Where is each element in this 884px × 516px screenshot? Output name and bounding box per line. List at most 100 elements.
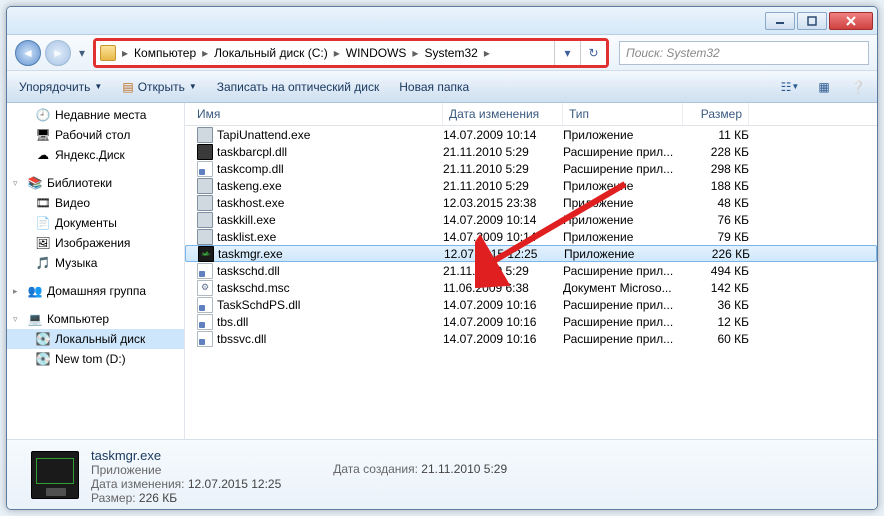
- drive-icon: 💽: [35, 351, 51, 367]
- file-row[interactable]: taskkill.exe14.07.2009 10:14Приложение76…: [185, 211, 877, 228]
- search-input[interactable]: Поиск: System32: [619, 41, 869, 65]
- nav-documents[interactable]: 📄Документы: [7, 213, 184, 233]
- nav-yadisk[interactable]: ☁Яндекс.Диск: [7, 145, 184, 165]
- view-options-button[interactable]: ☷ ▼: [779, 76, 801, 98]
- file-icon: [197, 161, 213, 177]
- file-size: 36 КБ: [683, 298, 749, 312]
- nav-pictures[interactable]: 🖼Изображения: [7, 233, 184, 253]
- file-name: tbssvc.dll: [217, 332, 266, 346]
- col-type[interactable]: Тип: [563, 103, 683, 125]
- new-folder-button[interactable]: Новая папка: [395, 78, 473, 96]
- file-type: Приложение: [563, 213, 683, 227]
- chevron-icon[interactable]: ▿: [13, 314, 18, 325]
- nav-computer[interactable]: ▿💻Компьютер: [7, 309, 184, 329]
- documents-icon: 📄: [35, 215, 51, 231]
- nav-video[interactable]: 🎞Видео: [7, 193, 184, 213]
- taskmgr-large-icon: [31, 451, 79, 499]
- file-size: 298 КБ: [683, 162, 749, 176]
- file-type: Расширение прил...: [563, 145, 683, 159]
- file-icon: [197, 127, 213, 143]
- file-row[interactable]: tasklist.exe14.07.2009 10:14Приложение79…: [185, 228, 877, 245]
- chevron-icon[interactable]: ▸: [13, 286, 18, 297]
- desktop-icon: 🖥: [35, 127, 51, 143]
- nav-desktop[interactable]: 🖥Рабочий стол: [7, 125, 184, 145]
- folder-icon: [100, 45, 116, 61]
- file-name: taskeng.exe: [217, 179, 282, 193]
- nav-homegroup[interactable]: ▸👥Домашняя группа: [7, 281, 184, 301]
- nav-recent[interactable]: 🕘Недавние места: [7, 105, 184, 125]
- file-icon: [197, 229, 213, 245]
- file-icon: [197, 195, 213, 211]
- file-size: 48 КБ: [683, 196, 749, 210]
- file-row[interactable]: taskschd.dll21.11.2010 5:29Расширение пр…: [185, 262, 877, 279]
- breadcrumb-seg[interactable]: WINDOWS: [342, 46, 411, 60]
- file-date: 21.11.2010 5:29: [443, 179, 563, 193]
- forward-button[interactable]: ►: [45, 40, 71, 66]
- details-size-value: 226 КБ: [139, 491, 177, 505]
- file-type: Расширение прил...: [563, 315, 683, 329]
- recent-icon: 🕘: [35, 107, 51, 123]
- file-size: 494 КБ: [683, 264, 749, 278]
- computer-icon: 💻: [27, 311, 43, 327]
- history-dropdown[interactable]: ▾: [75, 40, 89, 66]
- nav-row: ◄ ► ▾ ▸ Компьютер▸ Локальный диск (C:)▸ …: [7, 35, 877, 71]
- file-name: taskmgr.exe: [218, 247, 283, 261]
- nav-libraries[interactable]: ▿📚Библиотеки: [7, 173, 184, 193]
- file-row[interactable]: taskschd.msc11.06.2009 6:38Документ Micr…: [185, 279, 877, 296]
- file-size: 76 КБ: [683, 213, 749, 227]
- address-bar[interactable]: ▸ Компьютер▸ Локальный диск (C:)▸ WINDOW…: [96, 41, 554, 65]
- preview-pane-button[interactable]: ▦: [813, 76, 835, 98]
- file-icon: [197, 280, 213, 296]
- refresh-button[interactable]: ↻: [580, 41, 606, 65]
- file-size: 188 КБ: [683, 179, 749, 193]
- nav-newtom[interactable]: 💽New tom (D:): [7, 349, 184, 369]
- col-date[interactable]: Дата изменения: [443, 103, 563, 125]
- file-pane: Имя Дата изменения Тип Размер TapiUnatte…: [185, 103, 877, 439]
- details-pane: taskmgr.exe Приложение Дата изменения: 1…: [7, 439, 877, 509]
- file-size: 79 КБ: [683, 230, 749, 244]
- file-row[interactable]: taskeng.exe 21.11.2010 5:29Приложение188 …: [185, 177, 877, 194]
- file-row[interactable]: tbssvc.dll14.07.2009 10:16Расширение при…: [185, 330, 877, 347]
- file-row[interactable]: taskbarcpl.dll21.11.2010 5:29Расширение …: [185, 143, 877, 160]
- file-date: 14.07.2009 10:16: [443, 315, 563, 329]
- file-row[interactable]: taskhost.exe12.03.2015 23:38Приложение48…: [185, 194, 877, 211]
- file-row[interactable]: tbs.dll 14.07.2009 10:16Расширение прил..…: [185, 313, 877, 330]
- address-bar-highlight: ▸ Компьютер▸ Локальный диск (C:)▸ WINDOW…: [93, 38, 609, 68]
- nav-music[interactable]: 🎵Музыка: [7, 253, 184, 273]
- search-placeholder: Поиск: System32: [626, 46, 720, 60]
- breadcrumb-seg[interactable]: System32: [420, 46, 481, 60]
- file-date: 14.07.2009 10:14: [443, 230, 563, 244]
- file-icon: [197, 263, 213, 279]
- file-row[interactable]: taskcomp.dll21.11.2010 5:29Расширение пр…: [185, 160, 877, 177]
- file-type: Приложение: [563, 196, 683, 210]
- file-row[interactable]: taskmgr.exe12.07.2015 12:25Приложение226…: [185, 245, 877, 262]
- back-button[interactable]: ◄: [15, 40, 41, 66]
- close-button[interactable]: [829, 12, 873, 30]
- organize-button[interactable]: Упорядочить ▼: [15, 78, 106, 96]
- address-dropdown[interactable]: ▾: [554, 41, 580, 65]
- file-row[interactable]: TaskSchdPS.dll14.07.2009 10:16Расширение…: [185, 296, 877, 313]
- file-date: 12.07.2015 12:25: [444, 247, 564, 261]
- video-icon: 🎞: [35, 195, 51, 211]
- libraries-icon: 📚: [27, 175, 43, 191]
- details-created-label: Дата создания:: [333, 462, 418, 476]
- minimize-button[interactable]: [765, 12, 795, 30]
- navigation-pane[interactable]: 🕘Недавние места 🖥Рабочий стол ☁Яндекс.Ди…: [7, 103, 185, 439]
- help-button[interactable]: ❔: [847, 76, 869, 98]
- file-list[interactable]: TapiUnattend.exe14.07.2009 10:14Приложен…: [185, 126, 877, 439]
- breadcrumb-seg[interactable]: Локальный диск (C:): [210, 46, 332, 60]
- maximize-button[interactable]: [797, 12, 827, 30]
- col-size[interactable]: Размер: [683, 103, 749, 125]
- file-type: Приложение: [563, 179, 683, 193]
- open-button[interactable]: ▤Открыть ▼: [118, 78, 200, 96]
- file-name: tbs.dll: [217, 315, 248, 329]
- burn-button[interactable]: Записать на оптический диск: [213, 78, 384, 96]
- nav-localdisk[interactable]: 💽Локальный диск: [7, 329, 184, 349]
- breadcrumb-seg[interactable]: Компьютер: [130, 46, 200, 60]
- file-row[interactable]: TapiUnattend.exe14.07.2009 10:14Приложен…: [185, 126, 877, 143]
- file-name: taskcomp.dll: [217, 162, 284, 176]
- col-name[interactable]: Имя: [185, 103, 443, 125]
- file-type: Расширение прил...: [563, 332, 683, 346]
- file-date: 14.07.2009 10:16: [443, 298, 563, 312]
- chevron-icon[interactable]: ▿: [13, 178, 18, 189]
